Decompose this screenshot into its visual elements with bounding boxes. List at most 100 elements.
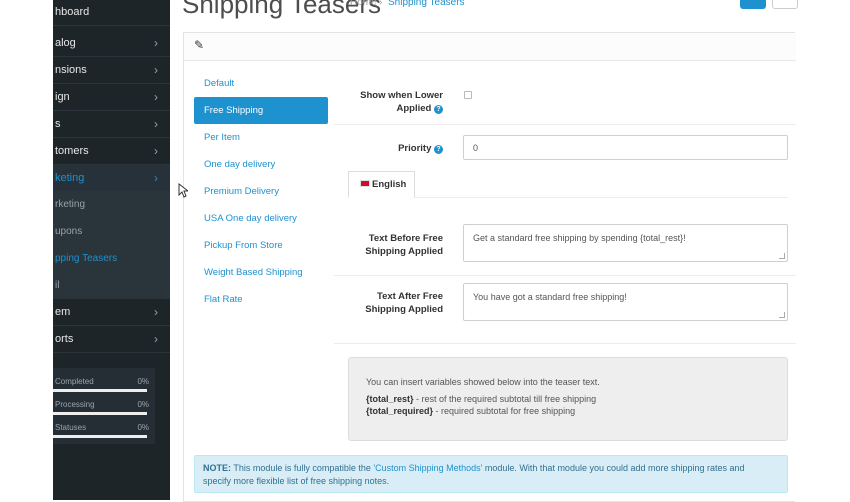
tab-usa-one-day-delivery[interactable]: USA One day delivery: [194, 205, 328, 232]
priority-input[interactable]: 0: [463, 135, 788, 160]
help-icon[interactable]: ?: [434, 145, 443, 154]
tab-premium-delivery[interactable]: Premium Delivery: [194, 178, 328, 205]
label-line: Show when Lower: [360, 90, 443, 101]
panel-heading: ✎: [184, 33, 796, 61]
note-label: NOTE:: [203, 463, 231, 473]
textarea-value: Get a standard free shipping by spending…: [473, 233, 686, 243]
chevron-right-icon: ›: [154, 305, 158, 319]
edit-panel: ✎ Default Free Shipping Per Item One day…: [183, 32, 796, 502]
sidebar-subitem-label: upons: [55, 226, 83, 237]
tab-free-shipping[interactable]: Free Shipping: [194, 97, 328, 124]
tab-english[interactable]: English: [348, 171, 415, 198]
sidebar-subitem-marketing[interactable]: rketing: [53, 191, 170, 218]
note-text: specify more flexible list of free shipp…: [203, 476, 390, 486]
sidebar-subitem-label: rketing: [55, 199, 86, 210]
page-header: Shipping Teasers Home › Shipping Teasers: [170, 0, 850, 28]
stat-label: Processing: [55, 400, 95, 409]
divider: [334, 275, 796, 276]
mouse-cursor-icon: [178, 183, 188, 198]
tab-label: English: [372, 179, 407, 190]
sidebar-item-marketing[interactable]: keting ›: [53, 165, 170, 192]
chevron-right-icon: ›: [154, 90, 158, 104]
chevron-right-icon: ›: [154, 117, 158, 131]
priority-label: Priority ?: [344, 142, 443, 155]
sidebar-item-extensions[interactable]: nsions ›: [53, 57, 170, 84]
tab-one-day-delivery[interactable]: One day delivery: [194, 151, 328, 178]
progress-bar: [53, 389, 147, 392]
sidebar-item-dashboard[interactable]: hboard: [53, 0, 170, 26]
tab-flat-rate[interactable]: Flat Rate: [194, 286, 328, 313]
sidebar-item-system[interactable]: em ›: [53, 299, 170, 326]
sidebar-item-catalog[interactable]: alog ›: [53, 30, 170, 57]
progress-bar: [53, 412, 147, 415]
compatibility-note: NOTE: This module is fully compatible th…: [194, 455, 788, 493]
stat-other: Statuses 0%: [53, 419, 153, 442]
tab-per-item[interactable]: Per Item: [194, 124, 328, 151]
text-before-textarea[interactable]: Get a standard free shipping by spending…: [463, 224, 788, 262]
stat-percent: 0%: [137, 400, 149, 409]
divider: [334, 124, 796, 125]
text-after-label: Text After Free Shipping Applied: [344, 290, 443, 316]
custom-shipping-methods-link[interactable]: 'Custom Shipping Methods': [373, 463, 482, 473]
sidebar-item-label: nsions: [55, 64, 87, 76]
tab-weight-based-shipping[interactable]: Weight Based Shipping: [194, 259, 328, 286]
sidebar-item-label: alog: [55, 37, 76, 49]
resize-handle[interactable]: [779, 253, 785, 259]
sidebar-item-label: tomers: [55, 145, 89, 157]
sidebar-item-label: hboard: [55, 6, 90, 18]
label-line: Priority: [398, 143, 432, 154]
variable-name: {total_rest}: [366, 394, 414, 404]
variable-name: {total_required}: [366, 406, 434, 416]
help-icon[interactable]: ?: [434, 105, 443, 114]
sidebar-item-customers[interactable]: tomers ›: [53, 138, 170, 165]
variables-info-box: You can insert variables showed below in…: [348, 357, 788, 441]
left-gap: [0, 0, 53, 500]
chevron-right-icon: ›: [154, 63, 158, 77]
sidebar-subitem-shipping-teasers[interactable]: pping Teasers: [53, 245, 170, 272]
save-button[interactable]: [740, 0, 766, 9]
note-text: module. With that module you could add m…: [482, 463, 745, 473]
tab-default[interactable]: Default: [194, 70, 328, 97]
sidebar: hboard alog › nsions › ign › s › tomers › ket…: [53, 0, 170, 500]
stat-processing: Processing 0%: [53, 396, 153, 419]
resize-handle[interactable]: [779, 312, 785, 318]
sidebar-subitem-coupons[interactable]: upons: [53, 218, 170, 245]
chevron-right-icon: ›: [154, 332, 158, 346]
text-after-textarea[interactable]: You have got a standard free shipping!: [463, 283, 788, 321]
sidebar-item-label: ign: [55, 91, 70, 103]
stat-percent: 0%: [137, 377, 149, 386]
sidebar-subitem-label: il: [55, 280, 60, 291]
show-lower-label: Show when Lower Applied ?: [344, 89, 443, 115]
text-before-label: Text Before Free Shipping Applied: [344, 232, 443, 258]
breadcrumb-separator: ›: [379, 0, 383, 8]
stat-label: Statuses: [55, 423, 87, 432]
chevron-right-icon: ›: [154, 171, 158, 185]
uk-flag-icon: [360, 180, 370, 187]
stat-label: Completed: [55, 377, 94, 386]
sidebar-subitem-mail[interactable]: il: [53, 272, 170, 299]
breadcrumb-current[interactable]: Shipping Teasers: [388, 0, 465, 8]
info-var-total-required: {total_required} - required subtotal for…: [366, 406, 575, 416]
chevron-right-icon: ›: [154, 36, 158, 50]
sidebar-item-sales[interactable]: s ›: [53, 111, 170, 138]
info-intro: You can insert variables showed below in…: [366, 377, 600, 387]
label-line: Shipping Applied: [365, 246, 443, 257]
breadcrumb-home[interactable]: Home: [350, 0, 377, 8]
sidebar-subitem-label: pping Teasers: [55, 253, 118, 264]
progress-bar: [53, 435, 147, 438]
pencil-icon: ✎: [194, 38, 205, 52]
sidebar-item-reports[interactable]: orts ›: [53, 326, 170, 353]
stat-completed: Completed 0%: [53, 373, 153, 396]
tab-pickup-from-store[interactable]: Pickup From Store: [194, 232, 328, 259]
stat-percent: 0%: [137, 423, 149, 432]
variable-desc: - rest of the required subtotal till fre…: [413, 394, 597, 404]
sidebar-item-label: keting: [55, 172, 85, 184]
divider: [334, 343, 796, 344]
info-var-total-rest: {total_rest} - rest of the required subt…: [366, 394, 596, 404]
sidebar-item-design[interactable]: ign ›: [53, 84, 170, 111]
show-lower-checkbox[interactable]: [464, 91, 472, 99]
cancel-button[interactable]: [772, 0, 798, 9]
variable-desc: - required subtotal for free shipping: [433, 406, 576, 416]
label-line: Applied: [396, 103, 432, 114]
sidebar-item-label: orts: [55, 333, 74, 345]
